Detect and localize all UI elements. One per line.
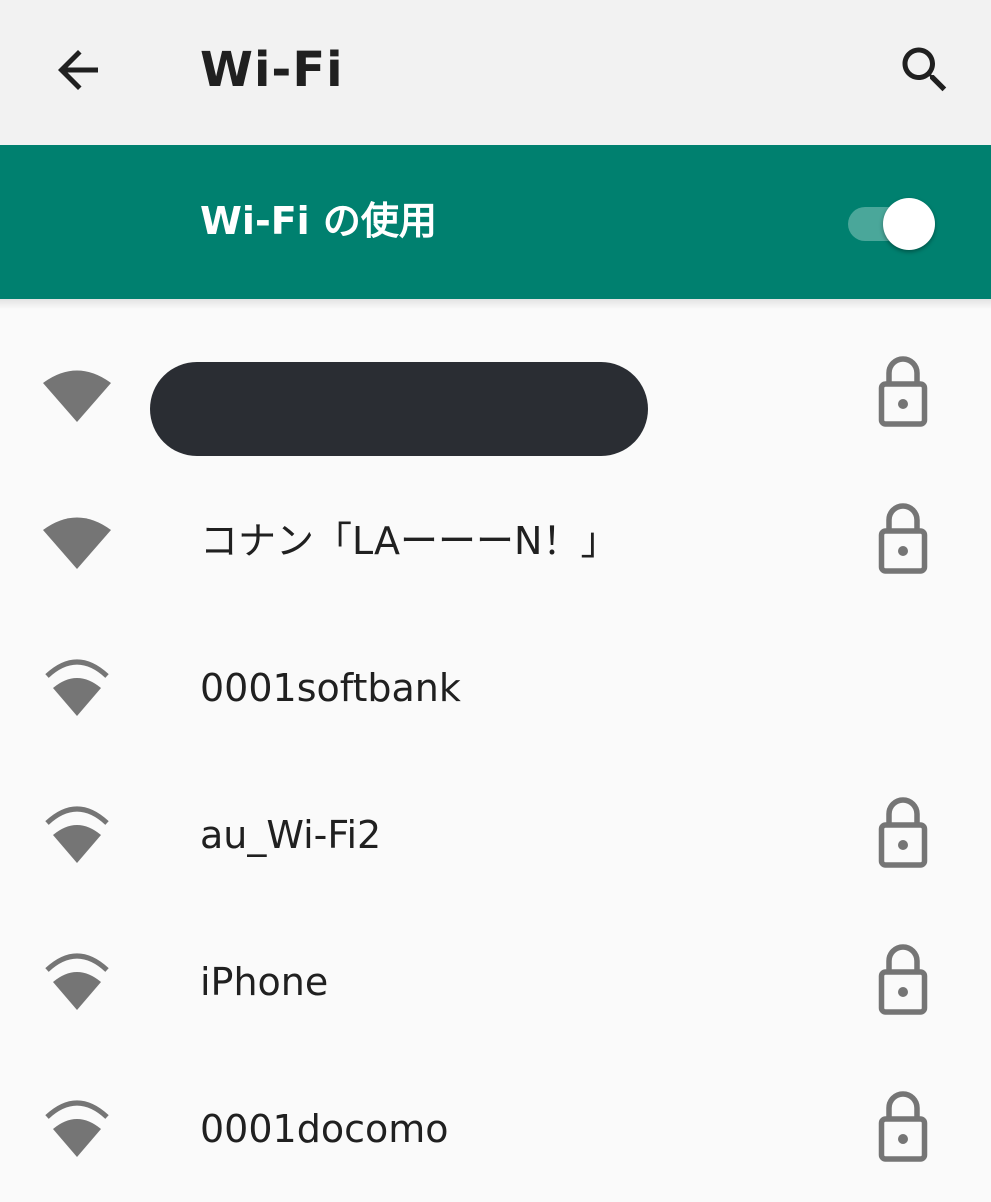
wifi-toggle-switch[interactable] [846, 197, 940, 253]
network-row[interactable]: au_Wi-Fi2 [0, 761, 991, 908]
search-icon [902, 47, 947, 92]
wifi-master-switch-bar[interactable]: Wi-Fi の使用 [0, 145, 991, 299]
wifi-signal-2-icon [45, 659, 109, 716]
network-ssid: 0001softbank [200, 666, 461, 710]
network-list: コナン「LAーーーN！」 0001softbank au_Wi-Fi2 iPho… [0, 320, 991, 1202]
wifi-signal-2-icon [45, 953, 109, 1010]
network-row[interactable]: iPhone [0, 908, 991, 1055]
lock-icon [878, 797, 928, 868]
wifi-signal-3-icon [43, 517, 111, 569]
page-title: Wi-Fi [200, 42, 344, 98]
lock-icon [878, 944, 928, 1015]
network-row[interactable] [0, 320, 991, 467]
search-button[interactable] [887, 32, 963, 108]
network-row[interactable]: コナン「LAーーーN！」 [0, 467, 991, 614]
network-ssid: 0001docomo [200, 1107, 449, 1151]
arrow-back-icon [58, 50, 98, 90]
network-ssid: iPhone [200, 960, 329, 1004]
lock-icon [878, 356, 928, 427]
redacted-ssid [150, 362, 648, 456]
lock-icon [878, 503, 928, 574]
network-row[interactable]: 0001docomo [0, 1055, 991, 1202]
network-row[interactable]: 0001softbank [0, 614, 991, 761]
wifi-master-label: Wi-Fi の使用 [200, 199, 437, 243]
network-ssid: コナン「LAーーーN！」 [200, 519, 619, 563]
lock-icon [878, 1091, 928, 1162]
wifi-signal-3-icon [43, 370, 111, 422]
wifi-signal-2-icon [45, 806, 109, 863]
back-button[interactable] [40, 32, 116, 108]
divider-shadow [0, 299, 991, 309]
app-bar: Wi-Fi [0, 0, 991, 145]
network-ssid: au_Wi-Fi2 [200, 813, 382, 857]
switch-thumb [883, 198, 935, 250]
wifi-signal-2-icon [45, 1100, 109, 1157]
